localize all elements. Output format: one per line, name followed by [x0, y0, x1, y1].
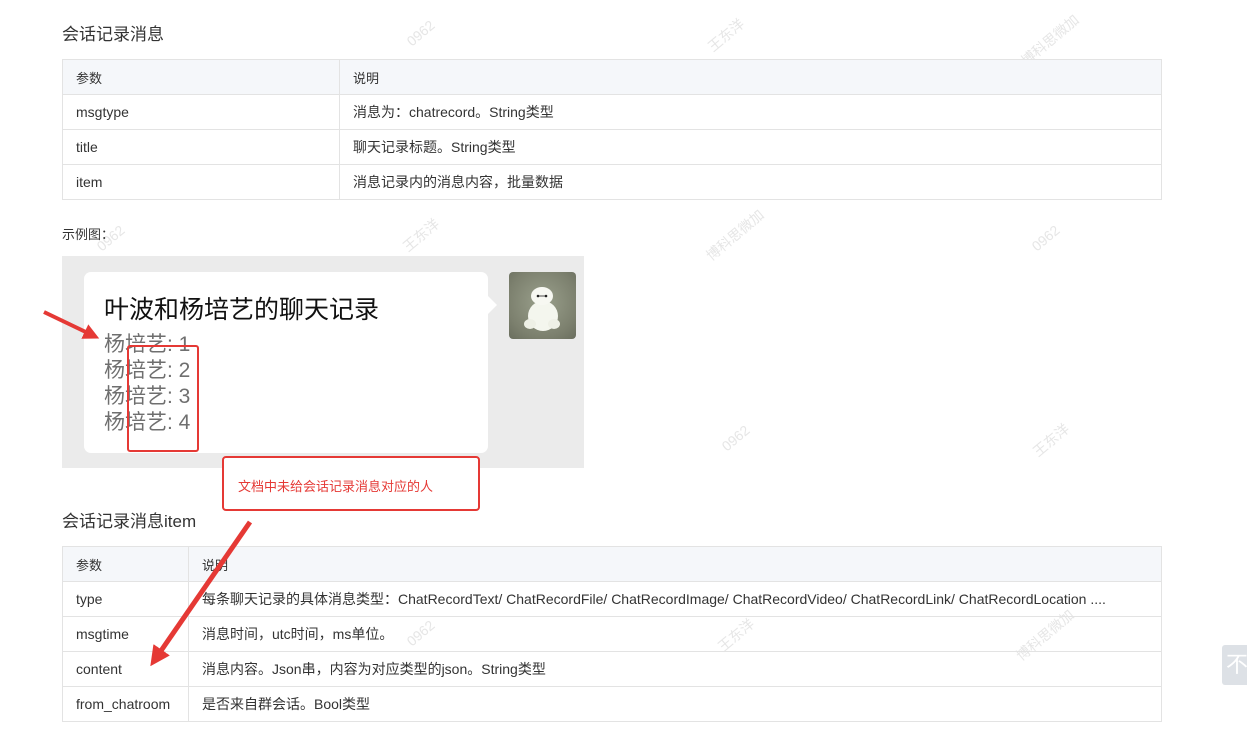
table-row: title 聊天记录标题。String类型 — [62, 129, 1162, 165]
param-description: 每条聊天记录的具体消息类型：ChatRecordText/ ChatRecord… — [188, 581, 1162, 617]
watermark-text: 0962 — [1028, 221, 1063, 255]
param-name: item — [62, 164, 340, 200]
param-description: 是否来自群会话。Bool类型 — [188, 686, 1162, 722]
param-name: from_chatroom — [62, 686, 189, 722]
param-description: 消息记录内的消息内容，批量数据 — [339, 164, 1162, 200]
annotation-callout: 文档中未给会话记录消息对应的人 — [222, 456, 480, 511]
avatar — [509, 272, 576, 339]
example-screenshot: 叶波和杨培艺的聊天记录 杨培艺: 1 杨培艺: 2 杨培艺: 3 杨培艺: 4 — [62, 256, 584, 468]
example-label: 示例图： — [62, 227, 115, 242]
chatrecord-item-params-table: 参数 说明 type 每条聊天记录的具体消息类型：ChatRecordText/… — [62, 546, 1162, 722]
watermark-text: 0962 — [403, 16, 438, 50]
param-description: 消息内容。Json串，内容为对应类型的json。String类型 — [188, 651, 1162, 687]
section-title-chatrecord: 会话记录消息 — [62, 25, 164, 44]
annotation-text: 文档中未给会话记录消息对应的人 — [238, 479, 434, 494]
watermark-text: 博科思微加 — [703, 206, 767, 264]
back-to-top-button[interactable]: 不 — [1222, 645, 1247, 685]
table-header-row: 参数 说明 — [62, 546, 1162, 582]
watermark-text: 王东洋 — [704, 15, 748, 55]
header-param: 参数 — [62, 546, 189, 582]
watermark-text: 王东洋 — [399, 215, 443, 255]
header-param: 参数 — [62, 59, 340, 95]
back-to-top-icon: 不 — [1225, 652, 1247, 677]
chat-record-bubble: 叶波和杨培艺的聊天记录 杨培艺: 1 杨培艺: 2 杨培艺: 3 杨培艺: 4 — [84, 272, 497, 453]
chat-record-title: 叶波和杨培艺的聊天记录 — [104, 296, 380, 324]
param-name: content — [62, 651, 189, 687]
table-row: msgtime 消息时间，utc时间，ms单位。 — [62, 616, 1162, 652]
param-description: 消息时间，utc时间，ms单位。 — [188, 616, 1162, 652]
header-description: 说明 — [188, 546, 1162, 582]
chatrecord-params-table: 参数 说明 msgtype 消息为：chatrecord。String类型 ti… — [62, 59, 1162, 200]
table-row: from_chatroom 是否来自群会话。Bool类型 — [62, 686, 1162, 722]
param-name: msgtype — [62, 94, 340, 130]
section-title-chatrecord-item: 会话记录消息item — [62, 512, 197, 531]
param-name: title — [62, 129, 340, 165]
param-name: msgtime — [62, 616, 189, 652]
highlight-box — [127, 345, 199, 452]
param-name: type — [62, 581, 189, 617]
baymax-toy-icon — [524, 287, 560, 331]
table-row: content 消息内容。Json串，内容为对应类型的json。String类型 — [62, 651, 1162, 687]
header-description: 说明 — [339, 59, 1162, 95]
param-description: 聊天记录标题。String类型 — [339, 129, 1162, 165]
table-row: msgtype 消息为：chatrecord。String类型 — [62, 94, 1162, 130]
table-row: item 消息记录内的消息内容，批量数据 — [62, 164, 1162, 200]
param-description: 消息为：chatrecord。String类型 — [339, 94, 1162, 130]
table-row: type 每条聊天记录的具体消息类型：ChatRecordText/ ChatR… — [62, 581, 1162, 617]
watermark-text: 王东洋 — [1029, 420, 1073, 460]
watermark-text: 0962 — [718, 421, 753, 455]
table-header-row: 参数 说明 — [62, 59, 1162, 95]
